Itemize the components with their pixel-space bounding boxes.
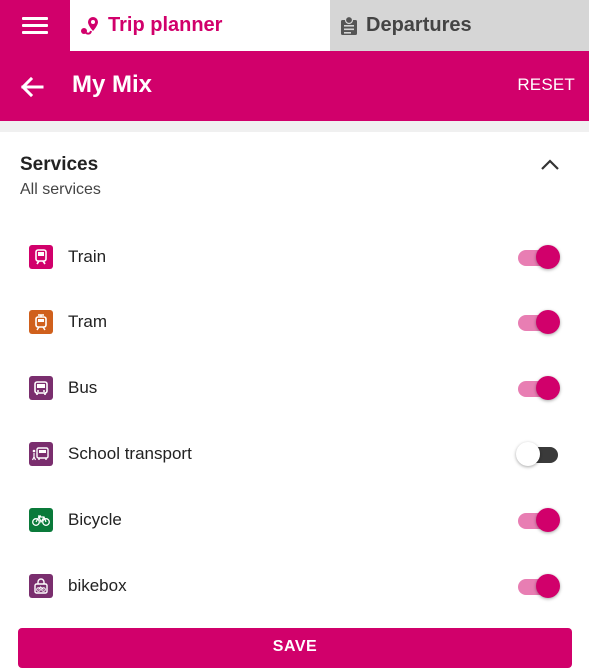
service-row-bicycle[interactable]: Bicycle	[0, 500, 589, 540]
toggle-knob	[536, 508, 560, 532]
service-toggle[interactable]	[516, 374, 562, 402]
route-pin-icon	[80, 16, 100, 36]
hamburger-icon	[22, 16, 48, 35]
service-toggle[interactable]	[516, 506, 562, 534]
page-title: My Mix	[72, 71, 153, 98]
menu-button[interactable]	[0, 0, 70, 51]
service-label: Bicycle	[68, 510, 122, 529]
service-row-tram[interactable]: Tram	[0, 302, 589, 342]
school-bus-icon	[29, 442, 53, 466]
tram-icon	[29, 310, 53, 334]
toggle-knob	[516, 442, 540, 466]
service-row-bus[interactable]: Bus	[0, 368, 589, 408]
service-toggle[interactable]	[516, 440, 562, 468]
service-label: Bus	[68, 378, 98, 397]
service-toggle[interactable]	[516, 572, 562, 600]
service-row-train[interactable]: Train	[0, 237, 589, 277]
services-subtitle: All services	[20, 181, 101, 198]
service-toggle[interactable]	[516, 243, 562, 271]
page-header: My Mix RESET	[0, 51, 589, 121]
back-arrow-icon[interactable]	[18, 73, 48, 101]
service-label: bikebox	[68, 576, 127, 595]
service-row-bikebox[interactable]: bikebox	[0, 566, 589, 606]
service-label: Tram	[68, 312, 108, 331]
departures-board-icon	[340, 15, 358, 36]
service-label: School transport	[68, 444, 192, 463]
tab-departures-label: Departures	[366, 14, 472, 36]
train-icon	[29, 245, 53, 269]
toggle-knob	[536, 310, 560, 334]
bus-icon	[29, 376, 53, 400]
toggle-knob	[536, 574, 560, 598]
tab-departures[interactable]: Departures	[330, 0, 589, 51]
services-heading: Services	[20, 154, 99, 175]
header-divider	[0, 121, 589, 132]
toggle-knob	[536, 376, 560, 400]
bicycle-icon	[29, 508, 53, 532]
save-button[interactable]: SAVE	[18, 628, 572, 668]
service-toggle[interactable]	[516, 308, 562, 336]
reset-button[interactable]: RESET	[517, 75, 575, 95]
toggle-knob	[536, 245, 560, 269]
service-row-school-transport[interactable]: School transport	[0, 434, 589, 474]
chevron-up-icon[interactable]	[538, 155, 562, 175]
service-label: Train	[68, 247, 107, 266]
tab-trip-planner-label: Trip planner	[108, 14, 223, 36]
tab-trip-planner[interactable]: Trip planner	[70, 0, 330, 51]
top-tab-bar: Trip planner Departures	[0, 0, 589, 51]
bikebox-icon	[29, 574, 53, 598]
